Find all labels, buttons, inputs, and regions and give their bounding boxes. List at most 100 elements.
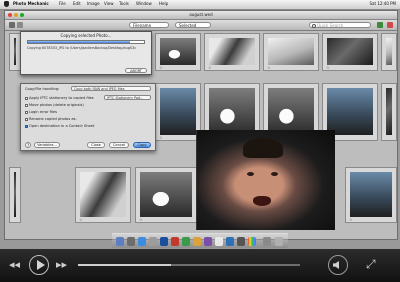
copy-progress-bar	[27, 40, 145, 44]
iptc-stationery-button[interactable]: IPTC Stationery Pad...	[104, 95, 151, 100]
app-icon[interactable]	[182, 237, 190, 246]
thumbnail[interactable]: ☆	[345, 167, 397, 223]
copy-dialog-title: Copying selected Photo...	[60, 33, 112, 38]
menu-tools[interactable]: Tools	[119, 1, 129, 6]
checkbox[interactable]	[25, 117, 28, 121]
webcam-overlay	[196, 130, 335, 230]
option-label: Apply IPTC stationery to copied files	[29, 96, 94, 100]
rewind-icon[interactable]: ◂◂	[9, 259, 20, 271]
sort-select[interactable]: Filename	[129, 22, 169, 28]
dock	[112, 233, 288, 248]
abort-button[interactable]: ABORT	[125, 68, 147, 73]
thumbnail[interactable]	[381, 33, 397, 71]
thumbnail[interactable]: ☆	[322, 33, 378, 71]
thumbnail[interactable]: ☆	[75, 167, 131, 223]
color-class-icon[interactable]	[387, 22, 393, 28]
video-scrubber-fill	[78, 264, 172, 266]
thumbnail[interactable]	[9, 167, 21, 223]
star-icon[interactable]: ☆	[326, 65, 330, 70]
desktop-screen: Photo Mechanic File Edit Image View Tool…	[0, 0, 400, 249]
star-icon[interactable]: ☆	[349, 217, 353, 222]
app-icon[interactable]	[171, 237, 179, 246]
option-apply-iptc[interactable]: Apply IPTC stationery to copied files	[25, 96, 94, 100]
photoshop-icon[interactable]	[160, 237, 168, 246]
star-icon[interactable]: ☆	[139, 217, 143, 222]
thumbnail[interactable]: ☆	[135, 167, 197, 223]
search-placeholder: Quick Search	[317, 23, 344, 28]
checkbox[interactable]	[25, 110, 28, 114]
app-icon[interactable]	[204, 237, 212, 246]
thumbnail[interactable]: ☆	[263, 33, 319, 71]
grid-icon[interactable]	[17, 22, 23, 28]
star-icon[interactable]: ☆	[267, 65, 271, 70]
cancel-button[interactable]: Cancel	[109, 142, 129, 148]
menu-edit[interactable]: Edit	[73, 1, 81, 6]
trash-icon[interactable]	[275, 237, 283, 246]
gear-icon[interactable]	[9, 22, 15, 28]
option-open-destination[interactable]: Open destination in a Contact Sheet	[25, 124, 94, 128]
menu-file[interactable]: File	[59, 1, 66, 6]
copy-options-sheet: Copy/File handling: Copy both RAW and JP…	[20, 83, 156, 151]
thumbnail[interactable]: ☆	[155, 83, 201, 141]
webcam-eye	[247, 172, 254, 176]
search-icon	[312, 24, 316, 28]
slideshow-icon[interactable]	[377, 22, 383, 28]
app-icon[interactable]	[237, 237, 245, 246]
app-icon[interactable]	[215, 237, 223, 246]
thumbnail[interactable]	[381, 83, 397, 141]
star-icon[interactable]: ☆	[159, 65, 163, 70]
app-icon[interactable]	[226, 237, 234, 246]
menu-app-name[interactable]: Photo Mechanic	[13, 1, 49, 6]
window-titlebar[interactable]: august.wed	[5, 11, 397, 20]
variables-button[interactable]: Variables...	[34, 142, 60, 148]
checkbox[interactable]	[25, 103, 28, 107]
menu-bar: Photo Mechanic File Edit Image View Tool…	[0, 0, 400, 10]
option-label: Login error files	[29, 110, 58, 114]
menu-window[interactable]: Window	[136, 1, 152, 6]
thumbnail[interactable]: ☆	[204, 33, 260, 71]
copy-button[interactable]: Copy	[133, 142, 151, 148]
close-button[interactable]: Close	[87, 142, 105, 148]
copy-path-text: Copying 8078303_JPG to /Users/jsadlersBa…	[27, 46, 137, 50]
app-icon[interactable]	[193, 237, 201, 246]
star-icon[interactable]: ☆	[159, 135, 163, 140]
fast-forward-icon[interactable]: ▸▸	[56, 259, 67, 271]
finder-icon[interactable]	[116, 237, 124, 246]
copy-progress-fill	[28, 41, 131, 43]
help-button[interactable]: ?	[25, 142, 31, 148]
search-field[interactable]: Quick Search	[309, 22, 371, 28]
menu-image[interactable]: Image	[87, 1, 100, 6]
window-toolbar: Filename Selected Quick Search	[5, 20, 397, 31]
option-label: Open destination in a Contact Sheet	[29, 124, 95, 128]
folder-icon[interactable]	[263, 237, 271, 246]
checkbox-checked[interactable]	[25, 124, 28, 128]
copy-progress-dialog: Copying selected Photo... Copying 807830…	[20, 31, 152, 75]
menu-view[interactable]: View	[104, 1, 114, 6]
window-title: august.wed	[189, 12, 213, 17]
star-icon[interactable]: ☆	[79, 217, 83, 222]
menu-help[interactable]: Help	[159, 1, 168, 6]
star-icon[interactable]: ☆	[208, 65, 212, 70]
file-handling-select[interactable]: Copy both RAW and JPEG files	[71, 86, 151, 91]
webcam-hair	[243, 138, 283, 158]
video-player-controls: ◂◂ ▸▸ ⤢	[0, 249, 400, 282]
apple-icon[interactable]	[4, 1, 9, 7]
safari-icon[interactable]	[138, 237, 146, 246]
menubar-clock: Sat 12:40 PM	[369, 1, 397, 6]
webcam-mouth	[253, 196, 271, 206]
file-handling-heading: Copy/File handling:	[25, 87, 60, 91]
option-label: Move photos (delete originals)	[29, 103, 84, 107]
option-move-photos[interactable]: Move photos (delete originals)	[25, 103, 84, 107]
play-icon	[37, 260, 45, 270]
option-login-errors[interactable]: Login error files	[25, 110, 57, 114]
mail-icon[interactable]	[149, 237, 157, 246]
fullscreen-icon[interactable]: ⤢	[366, 258, 376, 270]
thumbnail[interactable]: ☆	[155, 33, 201, 71]
color-picker-icon[interactable]	[248, 237, 256, 246]
filter-select[interactable]: Selected	[175, 22, 211, 28]
video-scrubber[interactable]	[78, 264, 300, 266]
webcam-eye	[271, 172, 278, 176]
checkbox[interactable]	[25, 96, 28, 100]
option-rename[interactable]: Rename copied photos as:	[25, 117, 77, 121]
dashboard-icon[interactable]	[127, 237, 135, 246]
